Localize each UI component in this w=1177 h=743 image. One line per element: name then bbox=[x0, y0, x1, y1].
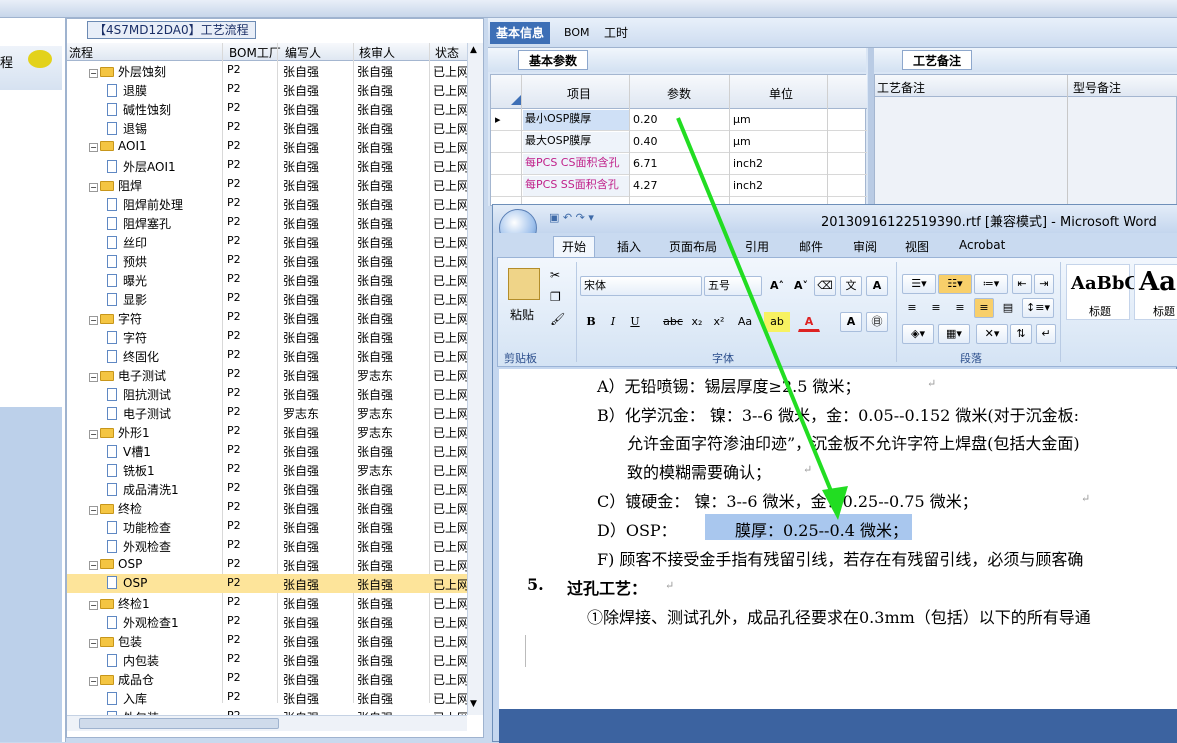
annotation-arrow bbox=[676, 117, 848, 520]
arrow-head-icon bbox=[822, 486, 848, 520]
arrow-line bbox=[676, 117, 840, 509]
